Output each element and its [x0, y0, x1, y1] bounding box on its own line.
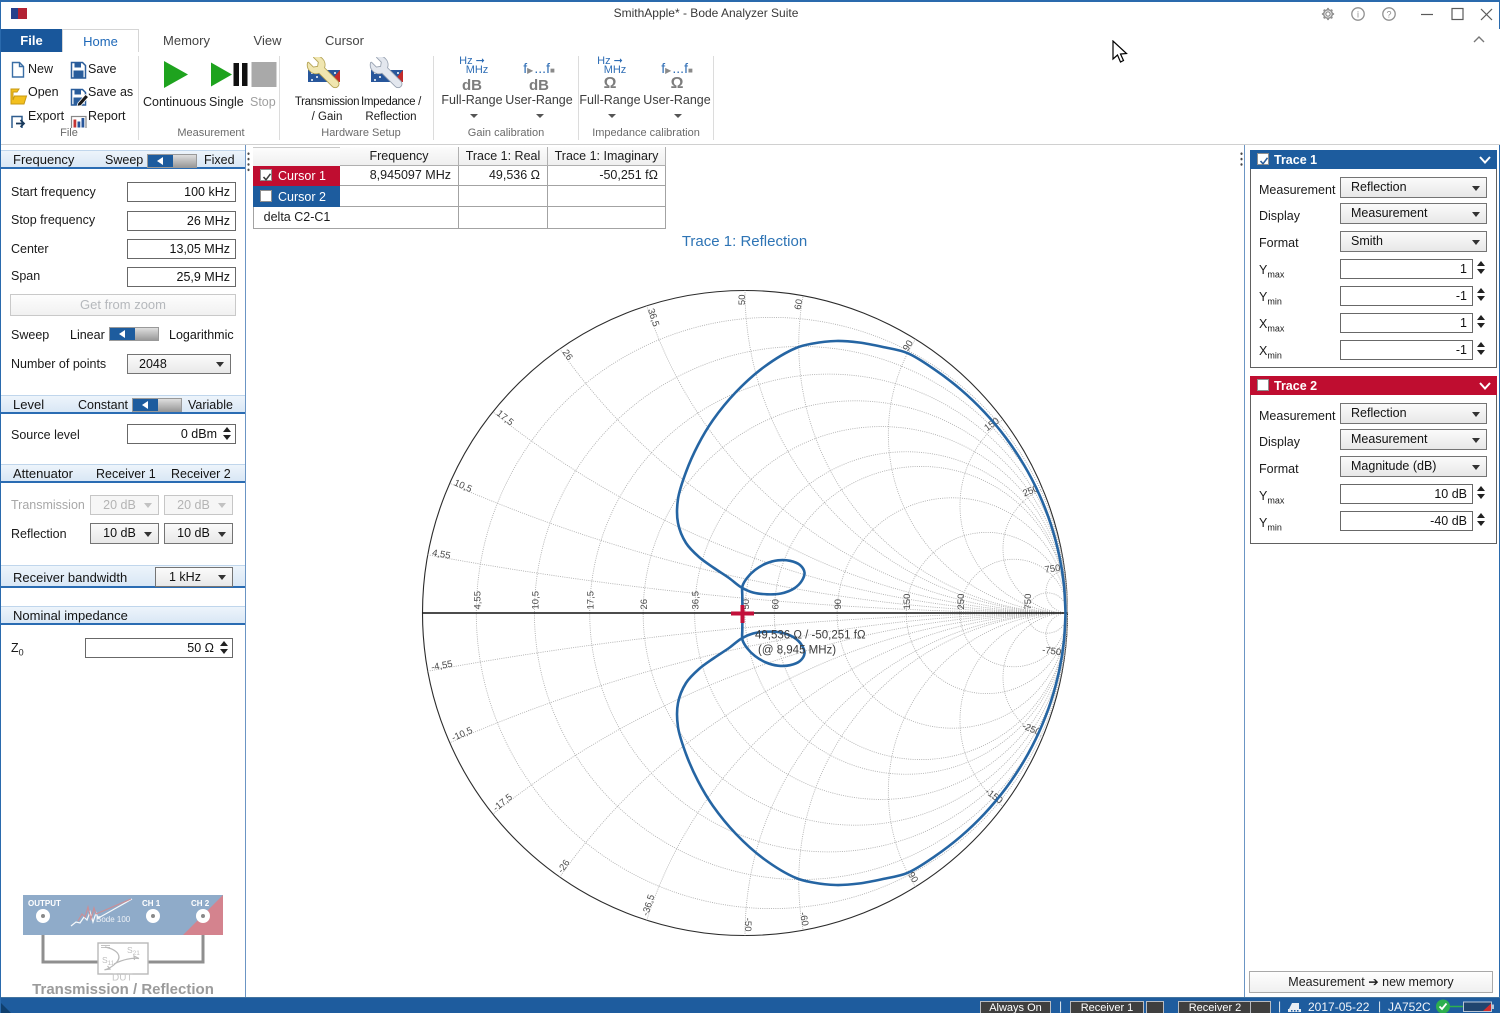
svg-text:36,5: 36,5 [691, 591, 702, 610]
svg-text:250: 250 [956, 594, 967, 610]
svg-text:36,5: 36,5 [645, 307, 661, 328]
svg-text:-26: -26 [556, 858, 573, 876]
svg-text:-60: -60 [797, 911, 810, 926]
svg-text:-36,5: -36,5 [640, 893, 657, 917]
svg-text:49,536 Ω / -50,251 fΩ: 49,536 Ω / -50,251 fΩ [755, 630, 866, 642]
svg-text:-17,5: -17,5 [491, 792, 515, 814]
svg-text:-10,5: -10,5 [450, 725, 474, 744]
svg-text:?: ? [1386, 10, 1391, 20]
svg-text:26: 26 [639, 599, 650, 610]
svg-text:(@ 8,945 MHz): (@ 8,945 MHz) [758, 645, 836, 657]
svg-text:26: 26 [560, 348, 575, 363]
svg-text:10,5: 10,5 [452, 478, 473, 496]
svg-text:17,5: 17,5 [586, 591, 597, 610]
svg-text:i: i [1357, 10, 1359, 20]
svg-text:50: 50 [737, 295, 748, 306]
svg-text:150: 150 [982, 416, 1001, 434]
svg-text:4,55: 4,55 [472, 591, 483, 610]
svg-text:10,5: 10,5 [530, 591, 541, 610]
svg-text:-4,55: -4,55 [430, 659, 453, 674]
svg-text:-50: -50 [742, 918, 753, 932]
svg-text:4,55: 4,55 [431, 548, 451, 562]
svg-text:750: 750 [1044, 563, 1061, 576]
svg-text:150: 150 [902, 594, 913, 610]
svg-text:90: 90 [833, 599, 844, 610]
svg-text:60: 60 [793, 298, 806, 310]
svg-text:60: 60 [770, 599, 781, 610]
svg-text:-750: -750 [1041, 645, 1061, 658]
svg-text:750: 750 [1023, 594, 1034, 610]
svg-text:17,5: 17,5 [494, 408, 515, 428]
